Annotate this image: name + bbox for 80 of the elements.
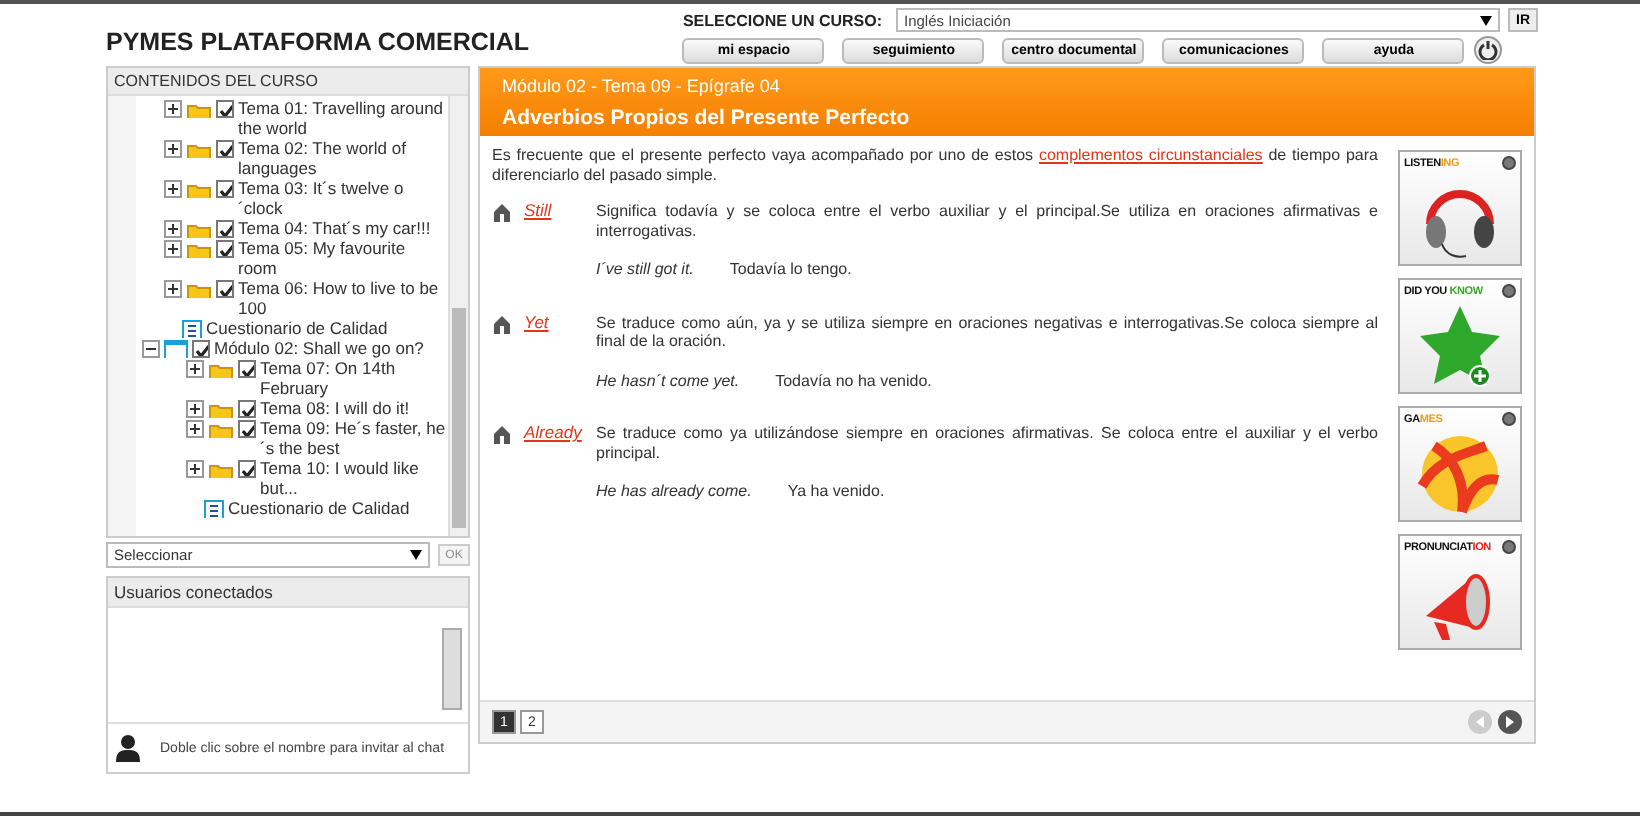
adverb-link[interactable]: Yet [524, 313, 549, 332]
tree-item[interactable]: Tema 05: My favourite room [238, 238, 448, 278]
card-toggle[interactable] [1502, 540, 1516, 554]
folder-icon [208, 460, 234, 478]
breadcrumb: Módulo 02 - Tema 09 - Epígrafe 04 [502, 76, 782, 96]
folder-icon [186, 280, 212, 298]
checkbox[interactable] [216, 180, 234, 198]
tree-item[interactable]: Tema 09: He´s faster, he´s the best [260, 418, 448, 458]
expand-toggle[interactable] [164, 140, 182, 158]
translation-text: Todavía no ha venido. [775, 371, 932, 390]
tree-item[interactable]: Tema 02: The world of languages [238, 138, 448, 178]
folder-icon [208, 400, 234, 418]
tree-item[interactable]: Tema 07: On 14th February [260, 358, 448, 398]
expand-toggle[interactable] [164, 240, 182, 258]
expand-toggle[interactable] [164, 100, 182, 118]
checkbox[interactable] [238, 460, 256, 478]
checkbox[interactable] [192, 340, 210, 358]
card-toggle[interactable] [1502, 156, 1516, 170]
folder-icon [186, 220, 212, 238]
expand-toggle[interactable] [186, 400, 204, 418]
folder-icon [186, 240, 212, 258]
checkbox[interactable] [238, 400, 256, 418]
folder-icon [186, 100, 212, 118]
translation-text: Ya ha venido. [787, 482, 885, 501]
checkbox[interactable] [216, 280, 234, 298]
tree-item[interactable]: Tema 06: How to live to be 100 [238, 278, 448, 318]
expand-toggle[interactable] [164, 180, 182, 198]
document-icon [204, 500, 224, 518]
tree-item[interactable]: Cuestionario de Calidad [228, 498, 448, 518]
panel-title: CONTENIDOS DEL CURSO [108, 68, 468, 96]
app-title: PYMES PLATAFORMA COMERCIAL [106, 28, 530, 60]
power-button[interactable] [1474, 36, 1503, 64]
translation-text: Todavía lo tengo. [729, 260, 852, 279]
example-sentence: I´ve still got it. [596, 260, 694, 279]
left-arrow-icon [1472, 714, 1488, 730]
definition-text: Se traduce como aún, ya y se utiliza siempre en oraciones negativas e interrogativas.Se coloca siempre al final de la oración. [596, 313, 1378, 351]
checkbox[interactable] [238, 420, 256, 438]
tree-item[interactable]: Tema 08: I will do it! [260, 398, 448, 418]
right-arrow-icon [1502, 714, 1518, 730]
tree-item[interactable]: Tema 04: That´s my car!!! [238, 218, 448, 238]
example-sentence: He hasn´t come yet. [596, 371, 740, 390]
scrollbar[interactable] [442, 628, 462, 710]
expand-toggle[interactable] [186, 460, 204, 478]
course-label: SELECCIONE UN CURSO: [682, 11, 882, 29]
tree-item[interactable]: Tema 10: I would like but... [260, 458, 448, 498]
folder-icon [208, 420, 234, 438]
checkbox[interactable] [216, 220, 234, 238]
checkbox[interactable] [216, 140, 234, 158]
tree-item[interactable]: Cuestionario de Calidad [206, 318, 448, 338]
expand-toggle[interactable] [164, 280, 182, 298]
tree-item[interactable]: Tema 01: Travelling around the world [238, 98, 448, 138]
tree-item[interactable]: Módulo 02: Shall we go on? [214, 338, 448, 358]
checkbox[interactable] [216, 100, 234, 118]
caret-icon [1480, 15, 1492, 25]
lesson-title: Adverbios Propios del Presente Perfecto [502, 106, 912, 130]
folder-icon [208, 360, 234, 378]
window-icon [164, 340, 188, 358]
expand-toggle[interactable] [164, 220, 182, 238]
card-toggle[interactable] [1502, 284, 1516, 298]
caret-icon [410, 550, 422, 560]
card-toggle[interactable] [1502, 412, 1516, 426]
checkbox[interactable] [238, 360, 256, 378]
example-sentence: He has already come. [596, 482, 752, 501]
expand-toggle[interactable] [186, 360, 204, 378]
person-icon [116, 734, 140, 762]
definition-text: Se traduce como ya utilizándose siempre en oraciones afirmativas. Se coloca entre el auxiliar y el verbo principal. [596, 424, 1378, 462]
adverb-link[interactable]: Still [524, 202, 552, 221]
document-icon [182, 320, 202, 338]
checkbox[interactable] [216, 240, 234, 258]
expand-toggle[interactable] [186, 420, 204, 438]
term-link[interactable]: complementos circunstanciales [1038, 146, 1263, 164]
folder-icon [186, 180, 212, 198]
panel-title: Usuarios conectados [108, 578, 468, 608]
adverb-link[interactable]: Already [524, 424, 582, 443]
definition-text: Significa todavía y se coloca entre el verbo auxiliar y el principal.Se utiliza en oraciones afirmativas e interrogativas. [596, 202, 1378, 240]
intro-paragraph: Es frecuente que el presente perfecto vaya acompañado por uno de estos complementos circunstanciales de tiempo para diferenciarlo del pasado simple. [492, 146, 1378, 184]
next-button[interactable] [1498, 710, 1522, 734]
folder-icon [186, 140, 212, 158]
expand-toggle[interactable] [142, 340, 160, 358]
tree-item[interactable]: Tema 03: It´s twelve o ´clock [238, 178, 448, 218]
